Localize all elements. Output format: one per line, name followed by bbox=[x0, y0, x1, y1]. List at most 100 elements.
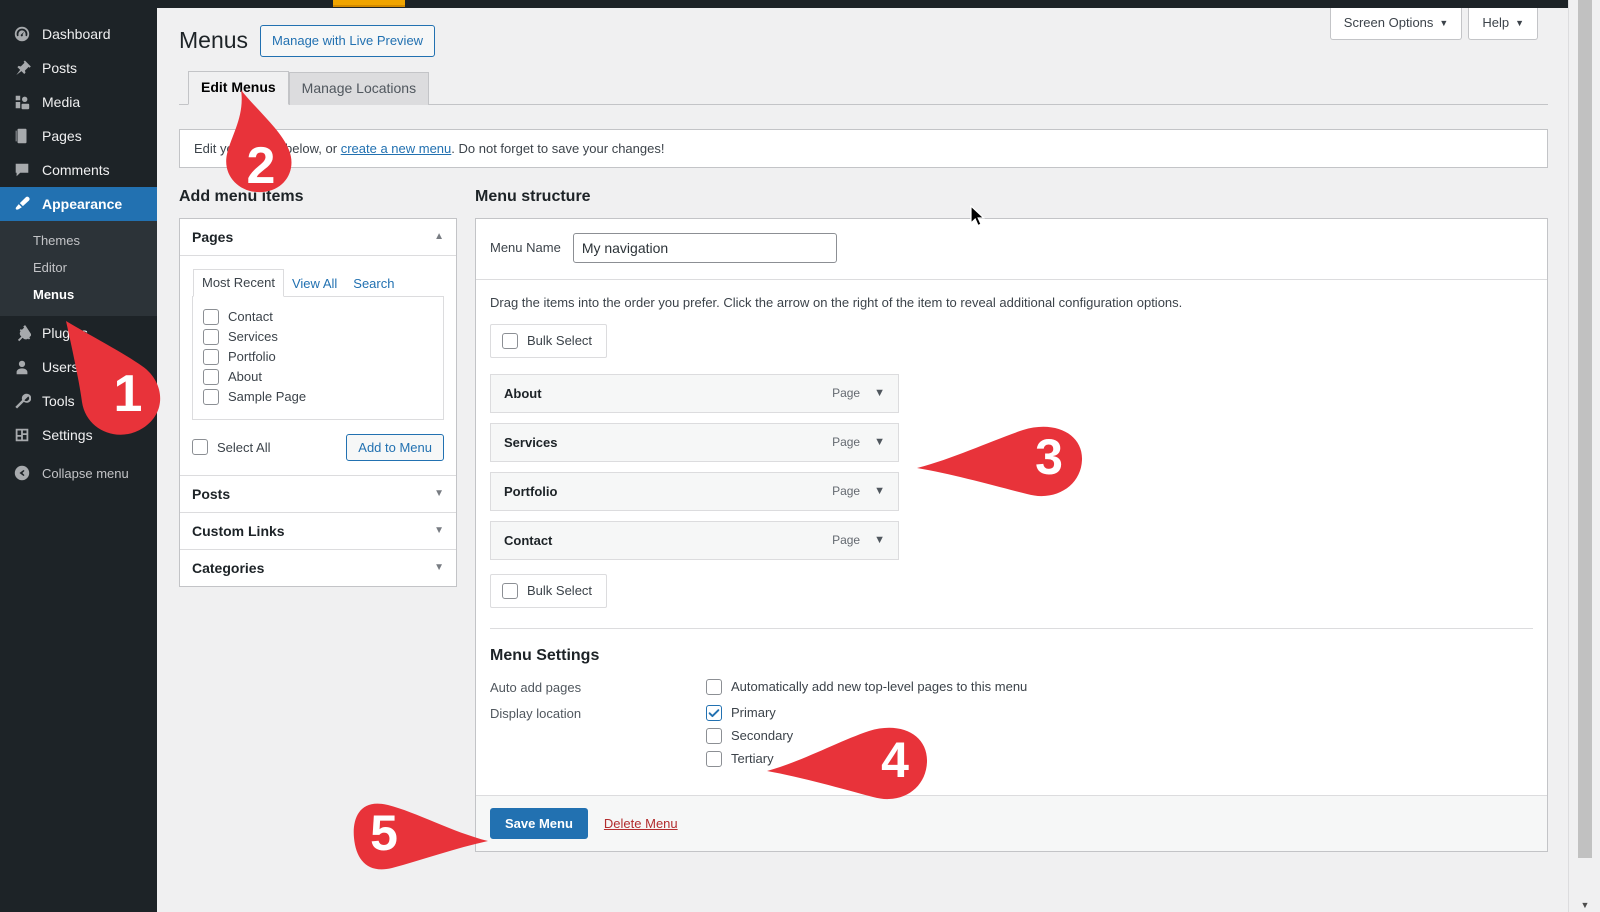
bulk-select-top[interactable]: Bulk Select bbox=[490, 323, 608, 358]
location-checkbox-tertiary[interactable] bbox=[706, 750, 722, 767]
screen-options-label: Screen Options bbox=[1343, 15, 1434, 30]
scroll-down-arrow-icon[interactable]: ▼ bbox=[1578, 900, 1592, 910]
sidebar-item-plugins[interactable]: Plugins bbox=[0, 316, 157, 350]
vertical-scrollbar[interactable]: ▼ bbox=[1568, 0, 1600, 912]
chevron-down-icon[interactable]: ▼ bbox=[874, 485, 885, 497]
tab-view-all[interactable]: View All bbox=[284, 271, 345, 297]
sidebar-collapse-label: Collapse menu bbox=[42, 465, 129, 481]
drag-help-text: Drag the items into the order you prefer… bbox=[490, 294, 1183, 310]
sidebar-item-pages[interactable]: Pages bbox=[0, 119, 157, 153]
location-label-tertiary: Tertiary bbox=[731, 751, 774, 766]
auto-add-pages-option-label: Automatically add new top-level pages to… bbox=[731, 679, 1028, 694]
sidebar-item-users[interactable]: Users bbox=[0, 350, 157, 384]
list-item[interactable]: Contact bbox=[203, 307, 433, 327]
sidebar-item-label: Dashboard bbox=[42, 26, 111, 42]
menu-structure-column: Menu structure Menu Name Drag the items … bbox=[475, 188, 1548, 852]
sidebar-item-posts[interactable]: Posts bbox=[0, 51, 157, 85]
page-checkbox-sample-page[interactable] bbox=[203, 388, 219, 405]
tab-manage-locations[interactable]: Manage Locations bbox=[288, 71, 430, 105]
pages-tabs: Most Recent View All Search bbox=[192, 268, 444, 297]
menu-save-bar: Save Menu Delete Menu bbox=[476, 794, 1547, 851]
accordion-header-custom-links[interactable]: Custom Links ▼ bbox=[180, 511, 456, 549]
menu-structure-body: Drag the items into the order you prefer… bbox=[476, 280, 1547, 795]
chevron-down-icon[interactable]: ▼ bbox=[874, 534, 885, 546]
manage-live-preview-button[interactable]: Manage with Live Preview bbox=[260, 25, 436, 57]
auto-add-pages-option[interactable]: Automatically add new top-level pages to… bbox=[706, 678, 1028, 695]
sidebar-item-media[interactable]: Media bbox=[0, 85, 157, 119]
accordion-header-pages[interactable]: Pages ▲ bbox=[180, 218, 456, 255]
sidebar-subitem-label: Menus bbox=[33, 287, 75, 302]
admin-bar-highlight bbox=[333, 0, 405, 7]
list-item[interactable]: Services bbox=[203, 327, 433, 347]
page-checkbox-portfolio[interactable] bbox=[203, 348, 219, 365]
bulk-select-checkbox-bottom[interactable] bbox=[502, 582, 518, 599]
table-row[interactable]: Portfolio Page ▼ bbox=[490, 471, 899, 511]
accordion-header-categories[interactable]: Categories ▼ bbox=[180, 548, 456, 586]
chevron-down-icon[interactable]: ▼ bbox=[874, 387, 885, 399]
notice-text-before: Edit your menu below, or bbox=[194, 140, 341, 156]
sidebar-item-settings[interactable]: Settings bbox=[0, 418, 157, 452]
page-checkbox-contact[interactable] bbox=[203, 308, 219, 325]
list-item[interactable]: Sample Page bbox=[203, 387, 433, 407]
menu-item-title: About bbox=[504, 385, 542, 401]
location-option-primary[interactable]: Primary bbox=[706, 704, 793, 721]
scrollbar-thumb[interactable] bbox=[1578, 0, 1592, 858]
tab-search[interactable]: Search bbox=[345, 271, 402, 297]
pages-panel-footer: Select All Add to Menu bbox=[192, 433, 444, 461]
accordion-title-pages: Pages bbox=[192, 228, 234, 245]
page-title: Menus bbox=[179, 26, 249, 53]
sidebar-subitem-editor[interactable]: Editor bbox=[0, 254, 157, 281]
select-all-checkbox[interactable] bbox=[192, 439, 208, 455]
save-menu-button[interactable]: Save Menu bbox=[490, 807, 588, 839]
list-item[interactable]: About bbox=[203, 367, 433, 387]
table-row[interactable]: Services Page ▼ bbox=[490, 422, 899, 462]
pin-icon bbox=[12, 58, 32, 78]
location-option-tertiary[interactable]: Tertiary bbox=[706, 750, 793, 767]
help-button[interactable]: Help ▼ bbox=[1468, 8, 1538, 40]
sidebar-item-tools[interactable]: Tools bbox=[0, 384, 157, 418]
comment-icon bbox=[12, 160, 32, 180]
accordion-header-posts[interactable]: Posts ▼ bbox=[180, 474, 456, 512]
main-content: Screen Options ▼ Help ▼ Menus Manage with … bbox=[157, 8, 1568, 912]
page-checkbox-about[interactable] bbox=[203, 368, 219, 385]
menu-item-type: Page bbox=[832, 435, 861, 449]
chevron-down-icon[interactable]: ▼ bbox=[874, 436, 885, 448]
table-row[interactable]: About Page ▼ bbox=[490, 373, 899, 413]
tab-most-recent[interactable]: Most Recent bbox=[193, 268, 284, 297]
page-checkbox-services[interactable] bbox=[203, 328, 219, 345]
sidebar-item-comments[interactable]: Comments bbox=[0, 153, 157, 187]
menu-structure-title: Menu structure bbox=[475, 187, 591, 205]
settings-icon bbox=[12, 425, 32, 445]
bulk-select-checkbox-top[interactable] bbox=[502, 332, 518, 349]
chevron-down-icon: ▼ bbox=[1515, 18, 1524, 28]
select-all-label: Select All bbox=[217, 439, 271, 455]
menu-name-label: Menu Name bbox=[490, 240, 561, 255]
menu-name-row: Menu Name bbox=[476, 219, 1547, 280]
menu-name-input[interactable] bbox=[572, 232, 837, 263]
bulk-select-bottom[interactable]: Bulk Select bbox=[490, 573, 608, 608]
pages-checklist[interactable]: Contact Services Portfolio About Sample … bbox=[192, 296, 444, 420]
menu-edit-panel: Menu Name Drag the items into the order … bbox=[475, 217, 1548, 852]
sidebar-subitem-menus[interactable]: Menus bbox=[0, 281, 157, 308]
screen-options-button[interactable]: Screen Options ▼ bbox=[1329, 8, 1463, 40]
sidebar-item-label: Pages bbox=[42, 128, 82, 144]
list-item[interactable]: Portfolio bbox=[203, 347, 433, 367]
sidebar-item-dashboard[interactable]: Dashboard bbox=[0, 17, 157, 51]
create-new-menu-link[interactable]: create a new menu bbox=[341, 141, 452, 156]
select-all-row[interactable]: Select All bbox=[192, 437, 270, 457]
delete-menu-link[interactable]: Delete Menu bbox=[604, 816, 678, 831]
menu-columns: Add menu items Pages ▲ Most Recent View … bbox=[179, 188, 1548, 852]
location-checkbox-secondary[interactable] bbox=[706, 727, 722, 744]
admin-bar bbox=[0, 0, 1600, 8]
sidebar-item-label: Comments bbox=[42, 162, 110, 178]
sidebar-item-appearance[interactable]: Appearance bbox=[0, 187, 165, 221]
accordion-title-categories: Categories bbox=[192, 559, 265, 576]
tab-edit-menus[interactable]: Edit Menus bbox=[188, 70, 289, 105]
table-row[interactable]: Contact Page ▼ bbox=[490, 520, 899, 560]
sidebar-subitem-themes[interactable]: Themes bbox=[0, 227, 157, 254]
location-option-secondary[interactable]: Secondary bbox=[706, 727, 793, 744]
auto-add-pages-checkbox[interactable] bbox=[706, 678, 722, 695]
sidebar-collapse-menu[interactable]: Collapse menu bbox=[0, 456, 157, 490]
location-checkbox-primary[interactable] bbox=[706, 704, 722, 721]
add-to-menu-button[interactable]: Add to Menu bbox=[346, 433, 444, 461]
